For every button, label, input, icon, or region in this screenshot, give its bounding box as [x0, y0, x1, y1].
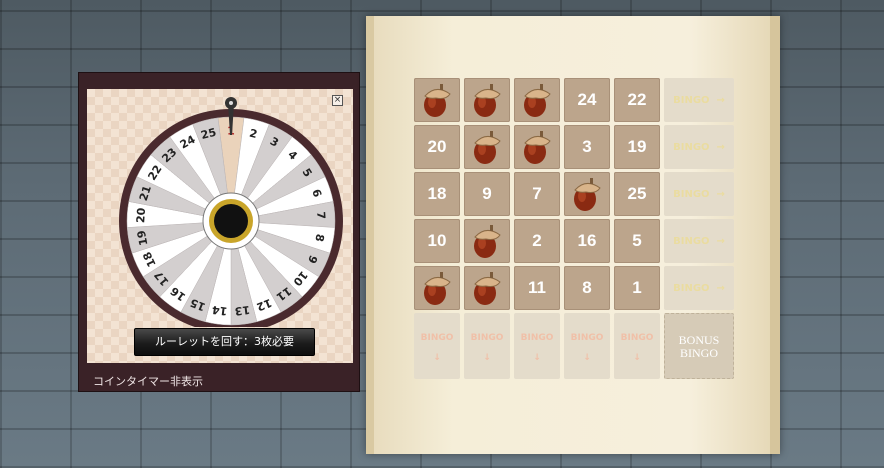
bingo-number: 16	[564, 219, 610, 263]
bingo-number: 2	[514, 219, 560, 263]
arrow-right-icon: →	[716, 282, 725, 294]
acorn-icon	[464, 266, 510, 310]
wheel-number: 7	[314, 211, 327, 219]
row-bingo-button[interactable]: BINGO →	[664, 125, 734, 169]
arrow-right-icon: →	[716, 188, 725, 200]
bingo-label: BINGO	[673, 282, 710, 294]
acorn-icon	[564, 172, 610, 216]
roulette-wheel: 1234567891011121314151617181920212223242…	[119, 97, 343, 327]
bonus-bingo-button[interactable]: BONUS BINGO	[664, 313, 734, 379]
roulette-area: × 12345678910111213141516171819202122232…	[87, 89, 353, 363]
arrow-down-icon: ↓	[633, 353, 641, 363]
bingo-label: BINGO	[673, 188, 710, 200]
bingo-number: 18	[414, 172, 460, 216]
coin-timer-toggle[interactable]: コインタイマー非表示	[93, 373, 203, 389]
bingo-number: 8	[564, 266, 610, 310]
arrow-down-icon: ↓	[583, 353, 591, 363]
arrow-down-icon: ↓	[433, 353, 441, 363]
arrow-down-icon: ↓	[533, 353, 541, 363]
acorn-icon	[414, 78, 460, 122]
bingo-number: 7	[514, 172, 560, 216]
bingo-number: 3	[564, 125, 610, 169]
bingo-number: 24	[564, 78, 610, 122]
row-bingo-button[interactable]: BINGO →	[664, 219, 734, 263]
bingo-label: BINGO	[470, 333, 504, 343]
row-bingo-button[interactable]: BINGO →	[664, 78, 734, 122]
bingo-number: 11	[514, 266, 560, 310]
column-bingo-button[interactable]: BINGO ↓	[514, 313, 560, 379]
bingo-label: BINGO	[673, 141, 710, 153]
bingo-number: 5	[614, 219, 660, 263]
bingo-label: BINGO	[620, 333, 654, 343]
bingo-label: BINGO	[570, 333, 604, 343]
wheel-number: 14	[211, 303, 228, 318]
bingo-number: 9	[464, 172, 510, 216]
arrow-right-icon: →	[716, 94, 725, 106]
wheel-number: 13	[234, 303, 251, 318]
bingo-label: BINGO	[673, 94, 710, 106]
bingo-label: BINGO	[420, 333, 454, 343]
wheel-number: 20	[134, 207, 148, 223]
row-bingo-button[interactable]: BINGO →	[664, 172, 734, 216]
wheel-hub-center	[214, 204, 248, 238]
acorn-icon	[514, 125, 560, 169]
acorn-icon	[414, 266, 460, 310]
arrow-right-icon: →	[716, 141, 725, 153]
column-bingo-button[interactable]: BINGO ↓	[414, 313, 460, 379]
roulette-panel: × 12345678910111213141516171819202122232…	[78, 72, 360, 392]
bingo-number: 20	[414, 125, 460, 169]
arrow-right-icon: →	[716, 235, 725, 247]
acorn-icon	[464, 219, 510, 263]
bingo-number: 22	[614, 78, 660, 122]
acorn-icon	[464, 125, 510, 169]
bingo-number: 25	[614, 172, 660, 216]
bingo-label: BINGO	[520, 333, 554, 343]
bingo-number: 1	[614, 266, 660, 310]
acorn-icon	[464, 78, 510, 122]
column-bingo-button[interactable]: BINGO ↓	[614, 313, 660, 379]
bingo-label: BINGO	[673, 235, 710, 247]
column-bingo-button[interactable]: BINGO ↓	[464, 313, 510, 379]
arrow-down-icon: ↓	[483, 353, 491, 363]
bingo-number: 19	[614, 125, 660, 169]
bingo-number: 10	[414, 219, 460, 263]
spin-roulette-button[interactable]: ルーレットを回す：3枚必要	[134, 328, 315, 356]
row-bingo-button[interactable]: BINGO →	[664, 266, 734, 310]
acorn-icon	[514, 78, 560, 122]
column-bingo-button[interactable]: BINGO ↓	[564, 313, 610, 379]
